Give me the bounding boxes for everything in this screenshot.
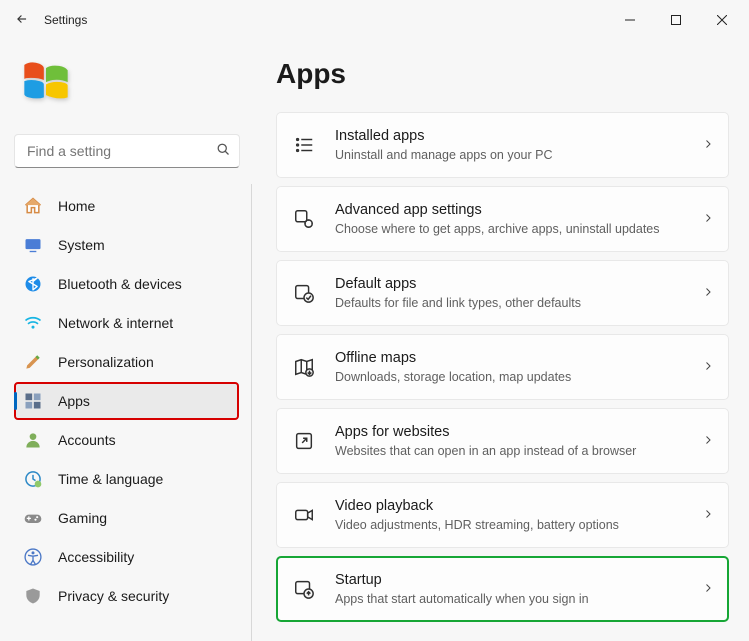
window-title: Settings [44, 13, 87, 27]
sidebar-item-label: Apps [58, 393, 90, 409]
sidebar-item-label: Personalization [58, 354, 154, 370]
account-icon [22, 429, 44, 451]
clock-icon [22, 468, 44, 490]
card-subtitle: Apps that start automatically when you s… [335, 591, 702, 607]
card-title: Startup [335, 571, 702, 590]
sidebar-item-home[interactable]: Home [14, 187, 239, 225]
card-default-apps[interactable]: Default apps Defaults for file and link … [276, 260, 729, 326]
default-apps-icon [291, 280, 317, 306]
sidebar-item-label: Home [58, 198, 95, 214]
chevron-right-icon [702, 285, 714, 301]
paint-icon [22, 351, 44, 373]
card-subtitle: Choose where to get apps, archive apps, … [335, 221, 702, 237]
sidebar-item-label: Time & language [58, 471, 163, 487]
card-subtitle: Video adjustments, HDR streaming, batter… [335, 517, 702, 533]
card-subtitle: Uninstall and manage apps on your PC [335, 147, 702, 163]
sidebar-item-personalization[interactable]: Personalization [14, 343, 239, 381]
gaming-icon [22, 507, 44, 529]
back-button[interactable] [4, 12, 40, 29]
card-apps-websites[interactable]: Apps for websites Websites that can open… [276, 408, 729, 474]
titlebar: Settings [0, 0, 749, 40]
apps-icon [22, 390, 44, 412]
sidebar-item-label: Network & internet [58, 315, 173, 331]
sidebar-item-label: Gaming [58, 510, 107, 526]
sidebar-item-accounts[interactable]: Accounts [14, 421, 239, 459]
card-title: Advanced app settings [335, 201, 702, 220]
shield-icon [22, 585, 44, 607]
chevron-right-icon [702, 433, 714, 449]
sidebar-item-accessibility[interactable]: Accessibility [14, 538, 239, 576]
card-video-playback[interactable]: Video playback Video adjustments, HDR st… [276, 482, 729, 548]
card-subtitle: Downloads, storage location, map updates [335, 369, 702, 385]
card-subtitle: Defaults for file and link types, other … [335, 295, 702, 311]
map-icon [291, 354, 317, 380]
sidebar-item-label: Accounts [58, 432, 116, 448]
sidebar-item-bluetooth[interactable]: Bluetooth & devices [14, 265, 239, 303]
card-title: Apps for websites [335, 423, 702, 442]
chevron-right-icon [702, 581, 714, 597]
chevron-right-icon [702, 137, 714, 153]
bluetooth-icon [22, 273, 44, 295]
maximize-button[interactable] [653, 4, 699, 36]
card-advanced-settings[interactable]: Advanced app settings Choose where to ge… [276, 186, 729, 252]
card-offline-maps[interactable]: Offline maps Downloads, storage location… [276, 334, 729, 400]
sidebar-item-label: Bluetooth & devices [58, 276, 182, 292]
card-title: Default apps [335, 275, 702, 294]
sidebar-item-apps[interactable]: Apps [14, 382, 239, 420]
sidebar-item-privacy[interactable]: Privacy & security [14, 577, 239, 615]
main-panel: Apps Installed apps Uninstall and manage… [252, 40, 749, 641]
sidebar-item-system[interactable]: System [14, 226, 239, 264]
installed-apps-icon [291, 132, 317, 158]
card-subtitle: Websites that can open in an app instead… [335, 443, 702, 459]
app-logo [14, 54, 240, 128]
home-icon [22, 195, 44, 217]
advanced-settings-icon [291, 206, 317, 232]
close-button[interactable] [699, 4, 745, 36]
chevron-right-icon [702, 507, 714, 523]
sidebar: Home System Bluetooth & devices [0, 40, 252, 641]
search-icon [216, 142, 231, 160]
sidebar-item-label: Accessibility [58, 549, 134, 565]
video-icon [291, 502, 317, 528]
minimize-button[interactable] [607, 4, 653, 36]
accessibility-icon [22, 546, 44, 568]
sidebar-item-label: Privacy & security [58, 588, 169, 604]
card-title: Installed apps [335, 127, 702, 146]
nav-list: Home System Bluetooth & devices [14, 184, 252, 641]
card-installed-apps[interactable]: Installed apps Uninstall and manage apps… [276, 112, 729, 178]
card-startup[interactable]: Startup Apps that start automatically wh… [276, 556, 729, 622]
external-link-icon [291, 428, 317, 454]
chevron-right-icon [702, 359, 714, 375]
startup-icon [291, 576, 317, 602]
search-box[interactable] [14, 134, 240, 168]
search-input[interactable] [25, 142, 216, 160]
sidebar-item-network[interactable]: Network & internet [14, 304, 239, 342]
sidebar-item-time[interactable]: Time & language [14, 460, 239, 498]
system-icon [22, 234, 44, 256]
sidebar-item-label: System [58, 237, 105, 253]
page-title: Apps [276, 58, 729, 90]
sidebar-item-gaming[interactable]: Gaming [14, 499, 239, 537]
chevron-right-icon [702, 211, 714, 227]
card-title: Video playback [335, 497, 702, 516]
card-title: Offline maps [335, 349, 702, 368]
wifi-icon [22, 312, 44, 334]
